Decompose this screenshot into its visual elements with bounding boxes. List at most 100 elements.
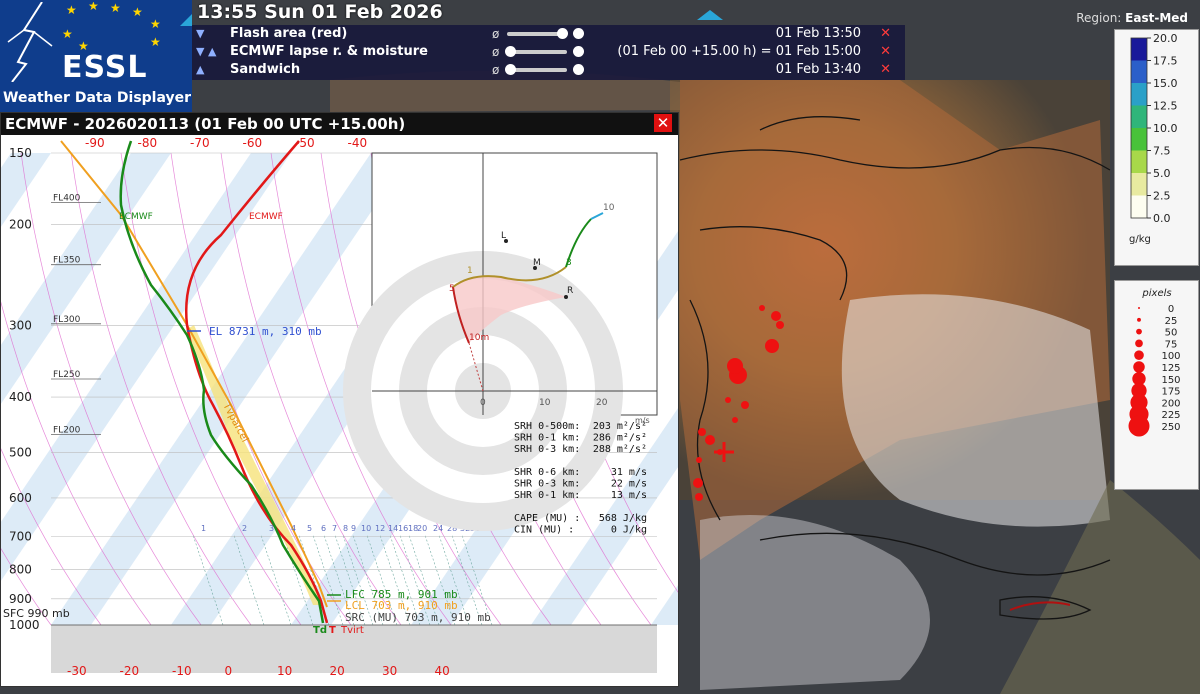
param-label: CAPE (MU) : [514, 513, 580, 524]
region-selector[interactable]: Region: East-Med [1076, 11, 1188, 25]
bottom-temperature-tick: 30 [382, 664, 397, 678]
layer-time: (01 Feb 00 +15.00 h) = 01 Feb 15:00 [617, 44, 861, 59]
sfc-label: SFC 990 mb [3, 607, 70, 620]
sounding-title: ECMWF - 2026020113 (01 Feb 00 UTC +15.00… [1, 113, 678, 135]
logo-title: ESSL [62, 50, 148, 85]
svg-text:5: 5 [449, 284, 455, 294]
slider-knob-end[interactable] [573, 28, 584, 39]
svg-text:M: M [533, 258, 541, 268]
svg-text:10: 10 [539, 398, 551, 408]
pixels-size-label: 150 [1161, 375, 1180, 386]
layer-time: 01 Feb 13:50 [775, 26, 861, 41]
layer-order-icon[interactable]: ▼ ▲ [196, 43, 216, 61]
top-temperature-tick: -40 [348, 136, 368, 150]
colorbar-tick: 5.0 [1153, 167, 1171, 180]
opacity-icon: ø [492, 45, 500, 59]
pixels-size-label: 100 [1161, 351, 1180, 362]
pressure-tick-label: 200 [9, 218, 32, 232]
param-label: SHR 0-1 km: [514, 490, 580, 501]
svg-text:★: ★ [110, 2, 121, 15]
svg-text:★: ★ [88, 2, 99, 13]
slider-knob-end[interactable] [573, 46, 584, 57]
layer-row-flash[interactable]: ▼ Flash area (red) ø 01 Feb 13:50 ✕ [192, 25, 905, 43]
pixels-size-label: 125 [1161, 363, 1180, 374]
svg-text:L: L [501, 231, 506, 241]
layer-time: 01 Feb 13:40 [775, 62, 861, 77]
pressure-tick-label: 700 [9, 529, 32, 543]
pixels-size-marker [1133, 361, 1145, 373]
opacity-icon: ø [492, 27, 500, 41]
top-temperature-tick: -70 [190, 136, 210, 150]
colorbar-tick: 10.0 [1153, 122, 1178, 135]
top-temperature-tick: -60 [243, 136, 263, 150]
pixels-size-label: 175 [1161, 387, 1180, 398]
colorbar-segment [1131, 173, 1147, 196]
param-label: SRH 0-1 km: [514, 433, 580, 444]
pixels-size-marker [1138, 307, 1140, 309]
mixing-ratio-label: 10 [361, 524, 371, 533]
pixels-legend: pixels 0 25 50 75 100 125 150 175 200 225 250 [1114, 280, 1199, 490]
close-sounding-icon[interactable]: ✕ [654, 114, 672, 132]
mixing-ratio-label: 9 [351, 524, 356, 533]
flight-level-label: FL300 [53, 315, 81, 325]
colorbar-tick: 2.5 [1153, 190, 1171, 203]
colorbar-unit: g/kg [1129, 234, 1151, 245]
close-layer-icon[interactable]: ✕ [880, 61, 891, 79]
slider-knob[interactable] [505, 46, 516, 57]
pixels-size-marker [1134, 350, 1144, 360]
mixing-ratio-label: 8 [343, 524, 348, 533]
svg-text:20: 20 [596, 398, 608, 408]
pressure-tick-label: 500 [9, 446, 32, 460]
param-label: SHR 0-3 km: [514, 479, 580, 490]
slider-knob[interactable] [557, 28, 568, 39]
param-label: SRH 0-3 km: [514, 444, 580, 455]
layer-order-icon[interactable]: ▲ [196, 61, 204, 79]
pixels-size-marker [1137, 317, 1141, 322]
svg-text:10: 10 [603, 203, 615, 213]
param-value: 286 m²/s² [593, 433, 647, 444]
slider-knob[interactable] [505, 64, 516, 75]
layer-row-ecmwf[interactable]: ▼ ▲ ECMWF lapse r. & moisture ø (01 Feb … [192, 43, 905, 61]
svg-text:★: ★ [150, 35, 161, 49]
sounding-window[interactable]: ECMWF - 2026020113 (01 Feb 00 UTC +15.00… [0, 112, 679, 687]
mixing-ratio-label: 14 [388, 524, 398, 533]
tvirt-bottom-label: Tvirt [340, 625, 364, 636]
top-temperature-tick: -80 [138, 136, 158, 150]
layer-row-sandwich[interactable]: ▲ Sandwich ø 01 Feb 13:40 ✕ [192, 61, 905, 79]
flight-level-label: FL400 [53, 193, 81, 203]
mixing-ratio-label: 24 [433, 524, 443, 533]
colorbar-legend: 20.0 17.5 15.0 12.5 10.0 7.5 5.0 2.5 0.0 g/kg [1114, 29, 1199, 266]
pixels-size-label: 250 [1161, 422, 1180, 433]
svg-text:★: ★ [132, 5, 143, 19]
colorbar-segment [1131, 105, 1147, 129]
colorbar-tick: 7.5 [1153, 145, 1171, 158]
layer-order-icon[interactable]: ▼ [196, 25, 204, 43]
svg-text:3: 3 [566, 258, 572, 268]
flight-level-label: FL350 [53, 256, 81, 266]
opacity-slider[interactable] [505, 64, 584, 75]
pixels-size-label: 25 [1165, 316, 1178, 327]
opacity-slider[interactable] [505, 46, 584, 57]
svg-text:1: 1 [467, 266, 473, 276]
slider-knob-end[interactable] [573, 64, 584, 75]
bottom-temperature-tick: 10 [277, 664, 292, 678]
close-layer-icon[interactable]: ✕ [880, 43, 891, 61]
pixels-size-label: 0 [1168, 304, 1174, 315]
param-label: SRH 0-500m: [514, 421, 580, 432]
param-value: 568 J/kg [599, 513, 647, 524]
logo-subtitle: Weather Data Displayer [3, 90, 192, 106]
param-value: 22 m/s [611, 479, 647, 490]
mixing-ratio-label: 4 [291, 524, 296, 533]
opacity-slider[interactable] [507, 28, 584, 39]
colorbar-segment [1131, 60, 1147, 84]
expand-up-icon[interactable] [697, 10, 723, 20]
pixels-size-marker [1128, 415, 1150, 437]
region-value: East-Med [1125, 11, 1188, 25]
pixels-size-label: 200 [1161, 398, 1180, 409]
close-layer-icon[interactable]: ✕ [880, 25, 891, 43]
essl-logo[interactable]: ★ ★ ★ ★ ★ ★ ★ ★ ESSL Weather Data Displayer [0, 0, 192, 112]
colorbar-tick: 20.0 [1153, 32, 1178, 45]
svg-text:0: 0 [480, 398, 486, 408]
svg-text:★: ★ [150, 17, 161, 31]
skew-t-diagram[interactable]: 1502003004005006007008009001000 -90 -80 -7… [1, 135, 678, 686]
